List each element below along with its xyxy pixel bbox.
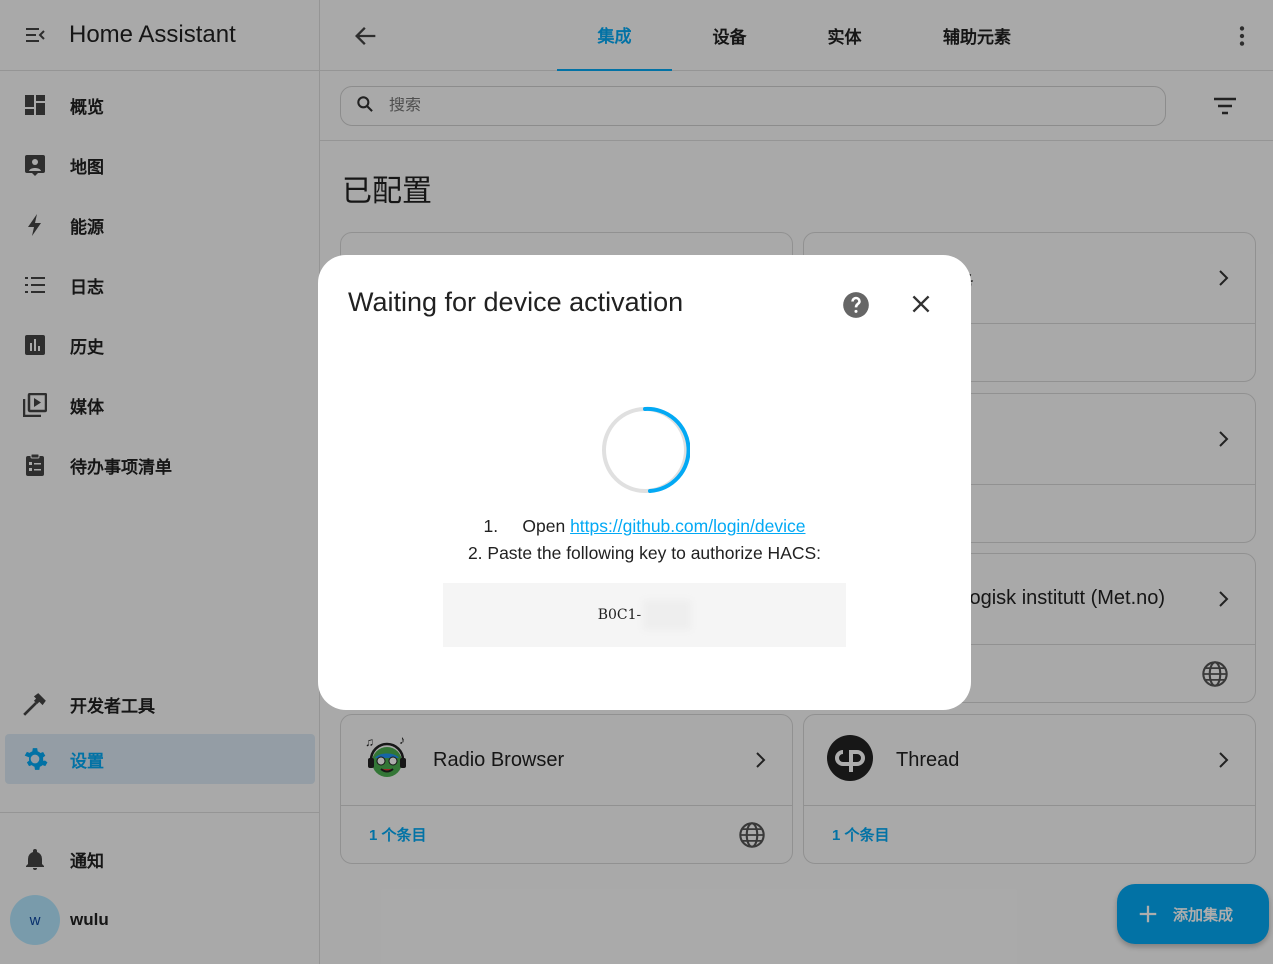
loading-spinner [600,405,691,495]
step-2: 2. Paste the following key to authorize … [467,543,822,563]
step-1-text: 1. Open [483,516,571,536]
instructions: 1. Open https://github.com/login/device … [318,513,971,567]
device-activation-dialog: Waiting for device activation 1. Open ht… [318,255,971,710]
help-icon[interactable] [842,291,870,319]
github-device-link[interactable]: https://github.com/login/device [570,516,805,536]
close-icon[interactable] [908,291,934,317]
dialog-title: Waiting for device activation [348,287,684,317]
activation-code: B0C1- [597,607,642,623]
step-1: 1. Open https://github.com/login/device [318,513,971,540]
activation-code-box[interactable]: B0C1- [443,583,846,647]
redacted-code [643,600,692,630]
